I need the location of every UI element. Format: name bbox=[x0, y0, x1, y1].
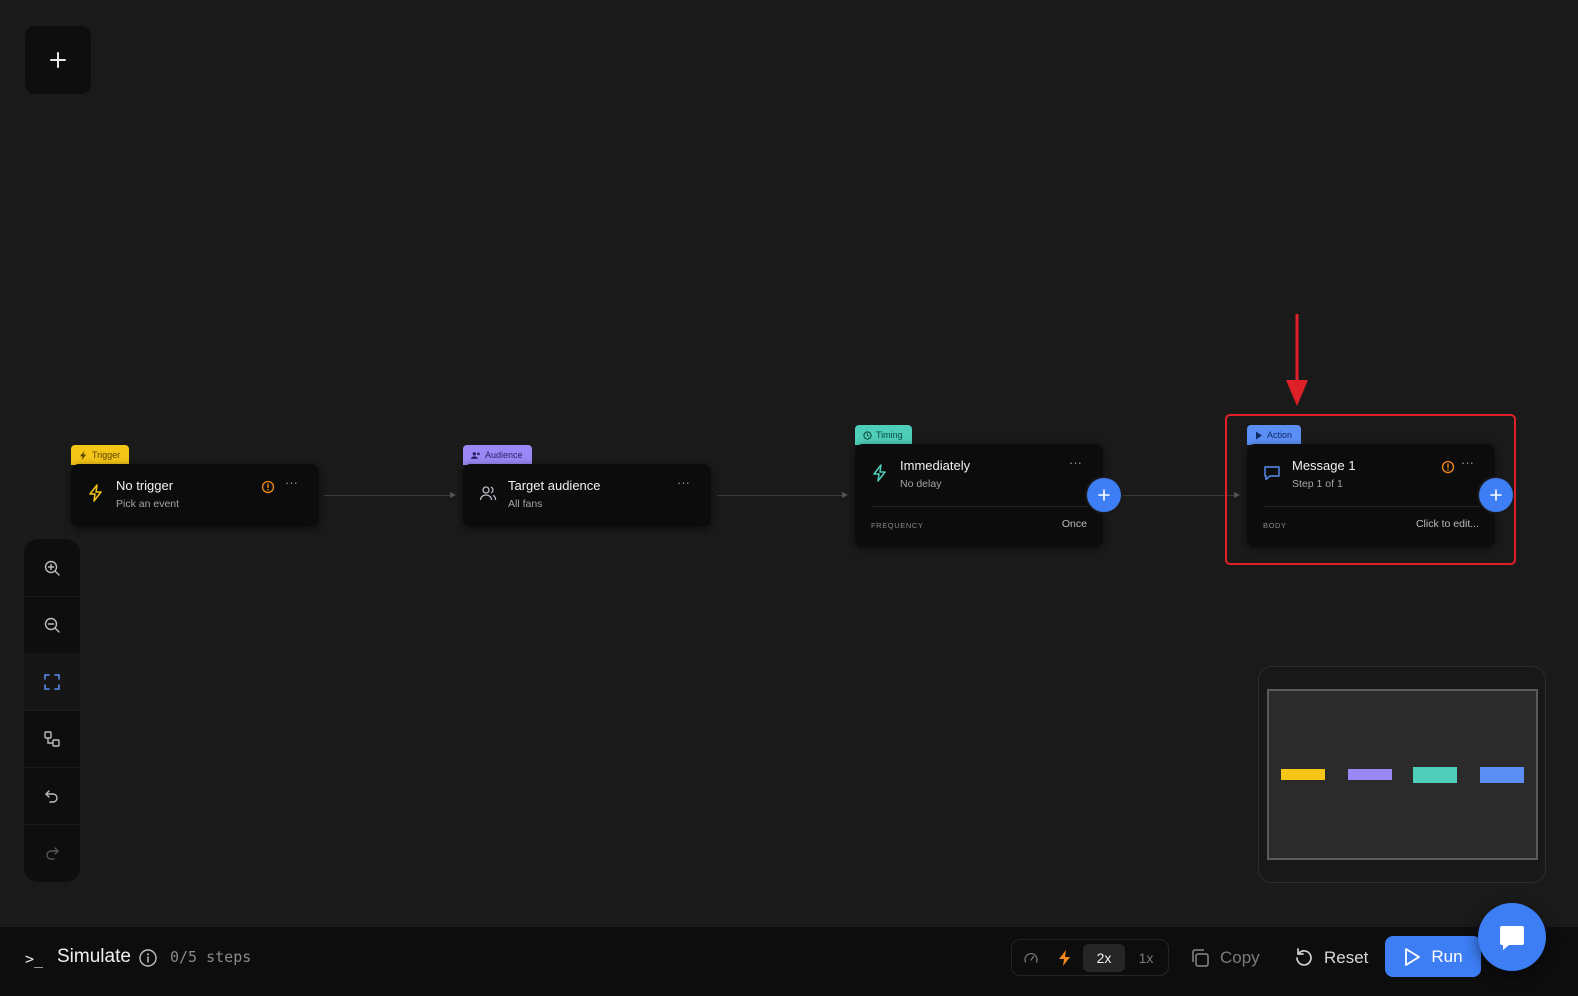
more-options-icon[interactable]: ··· bbox=[677, 476, 693, 492]
node-tag-label: Audience bbox=[485, 450, 523, 460]
node-tag-label: Timing bbox=[876, 430, 903, 440]
simulate-title: Simulate bbox=[57, 946, 131, 967]
node-tag-label: Trigger bbox=[92, 450, 121, 460]
add-node-button[interactable] bbox=[25, 26, 91, 94]
timing-node[interactable]: Timing Immediately No delay ··· FREQUENC… bbox=[855, 425, 1103, 547]
clock-icon bbox=[863, 430, 872, 440]
copy-button[interactable]: Copy bbox=[1189, 939, 1260, 977]
node-subtitle: Pick an event bbox=[116, 498, 180, 510]
speed-option-2x[interactable]: 2x bbox=[1083, 944, 1125, 972]
auto-layout-icon bbox=[44, 730, 60, 747]
reset-button[interactable]: Reset bbox=[1293, 939, 1368, 977]
play-icon bbox=[1405, 947, 1421, 966]
highlight-box bbox=[1225, 414, 1516, 565]
node-tag-timing: Timing bbox=[855, 425, 912, 445]
run-label: Run bbox=[1431, 946, 1463, 966]
minimap-node-trigger bbox=[1281, 769, 1325, 780]
edge-trigger-audience bbox=[324, 495, 450, 496]
arrow-down-icon bbox=[1286, 314, 1308, 406]
node-subtitle: All fans bbox=[508, 498, 543, 510]
redo-icon bbox=[46, 846, 59, 860]
plus-icon bbox=[50, 52, 66, 68]
zoom-out-button[interactable] bbox=[24, 596, 80, 653]
copy-label: Copy bbox=[1220, 948, 1260, 967]
node-divider bbox=[871, 506, 1087, 507]
fit-view-icon bbox=[44, 673, 60, 690]
speed-control: 2x 1x bbox=[1011, 939, 1169, 976]
zoom-in-icon bbox=[44, 560, 60, 576]
lightning-icon bbox=[89, 484, 102, 502]
node-subtitle: No delay bbox=[900, 478, 942, 490]
reset-icon bbox=[1296, 948, 1312, 966]
zoom-in-button[interactable] bbox=[24, 539, 80, 596]
chat-bubble-icon bbox=[1500, 926, 1524, 950]
copy-icon bbox=[1192, 949, 1209, 967]
speed-gauge-button[interactable] bbox=[1018, 944, 1044, 972]
node-tag-trigger: Trigger bbox=[71, 445, 130, 465]
node-tag-audience: Audience bbox=[463, 445, 532, 465]
warning-icon bbox=[261, 480, 275, 494]
simulate-bar: >_ Simulate 0/5 steps 2x 1x Copy Reset R… bbox=[0, 926, 1578, 996]
edge-arrow bbox=[450, 492, 456, 498]
zoom-out-icon bbox=[44, 617, 60, 633]
terminal-icon: >_ bbox=[25, 950, 44, 968]
edge-arrow bbox=[842, 492, 848, 498]
node-title: Target audience bbox=[508, 478, 601, 493]
undo-icon bbox=[45, 789, 58, 803]
users-icon bbox=[479, 486, 497, 501]
minimap[interactable] bbox=[1258, 666, 1546, 883]
minimap-viewport[interactable] bbox=[1267, 689, 1538, 860]
instant-speed-button[interactable] bbox=[1052, 944, 1078, 972]
node-title: No trigger bbox=[116, 478, 174, 493]
audience-node[interactable]: Audience Target audience All fans ··· bbox=[463, 445, 711, 527]
lightning-icon bbox=[873, 464, 886, 482]
more-options-icon[interactable]: ··· bbox=[285, 476, 301, 492]
chat-support-button[interactable] bbox=[1478, 903, 1546, 971]
plus-icon bbox=[1098, 489, 1110, 501]
minimap-node-timing bbox=[1413, 767, 1457, 783]
node-title: Immediately bbox=[900, 458, 971, 473]
minimap-node-action bbox=[1480, 767, 1524, 783]
canvas-toolbar bbox=[24, 539, 80, 882]
redo-button[interactable] bbox=[24, 824, 80, 881]
trigger-node[interactable]: Trigger No trigger Pick an event ··· bbox=[71, 445, 319, 527]
edge-audience-timing bbox=[717, 495, 842, 496]
frequency-label: FREQUENCY bbox=[871, 521, 924, 530]
gauge-icon bbox=[1024, 952, 1038, 963]
lightning-icon bbox=[79, 450, 87, 460]
fit-view-button[interactable] bbox=[24, 653, 80, 710]
reset-label: Reset bbox=[1324, 948, 1369, 967]
auto-layout-button[interactable] bbox=[24, 710, 80, 767]
add-step-button[interactable] bbox=[1087, 478, 1121, 512]
node-card[interactable]: Target audience All fans ··· bbox=[463, 464, 711, 527]
run-button[interactable]: Run bbox=[1385, 936, 1481, 977]
lightning-icon bbox=[1059, 950, 1070, 966]
frequency-value[interactable]: Once bbox=[1062, 518, 1087, 530]
edge-timing-action bbox=[1122, 495, 1234, 496]
info-icon[interactable] bbox=[138, 948, 158, 968]
flow-canvas[interactable]: Trigger No trigger Pick an event ··· Aud… bbox=[0, 0, 1578, 926]
users-icon bbox=[471, 451, 480, 459]
more-options-icon[interactable]: ··· bbox=[1069, 456, 1085, 472]
speed-option-1x[interactable]: 1x bbox=[1130, 944, 1162, 972]
node-card[interactable]: Immediately No delay ··· FREQUENCY Once bbox=[855, 444, 1103, 547]
minimap-node-audience bbox=[1348, 769, 1392, 780]
undo-button[interactable] bbox=[24, 767, 80, 824]
node-card[interactable]: No trigger Pick an event ··· bbox=[71, 464, 319, 527]
step-counter: 0/5 steps bbox=[170, 948, 252, 966]
